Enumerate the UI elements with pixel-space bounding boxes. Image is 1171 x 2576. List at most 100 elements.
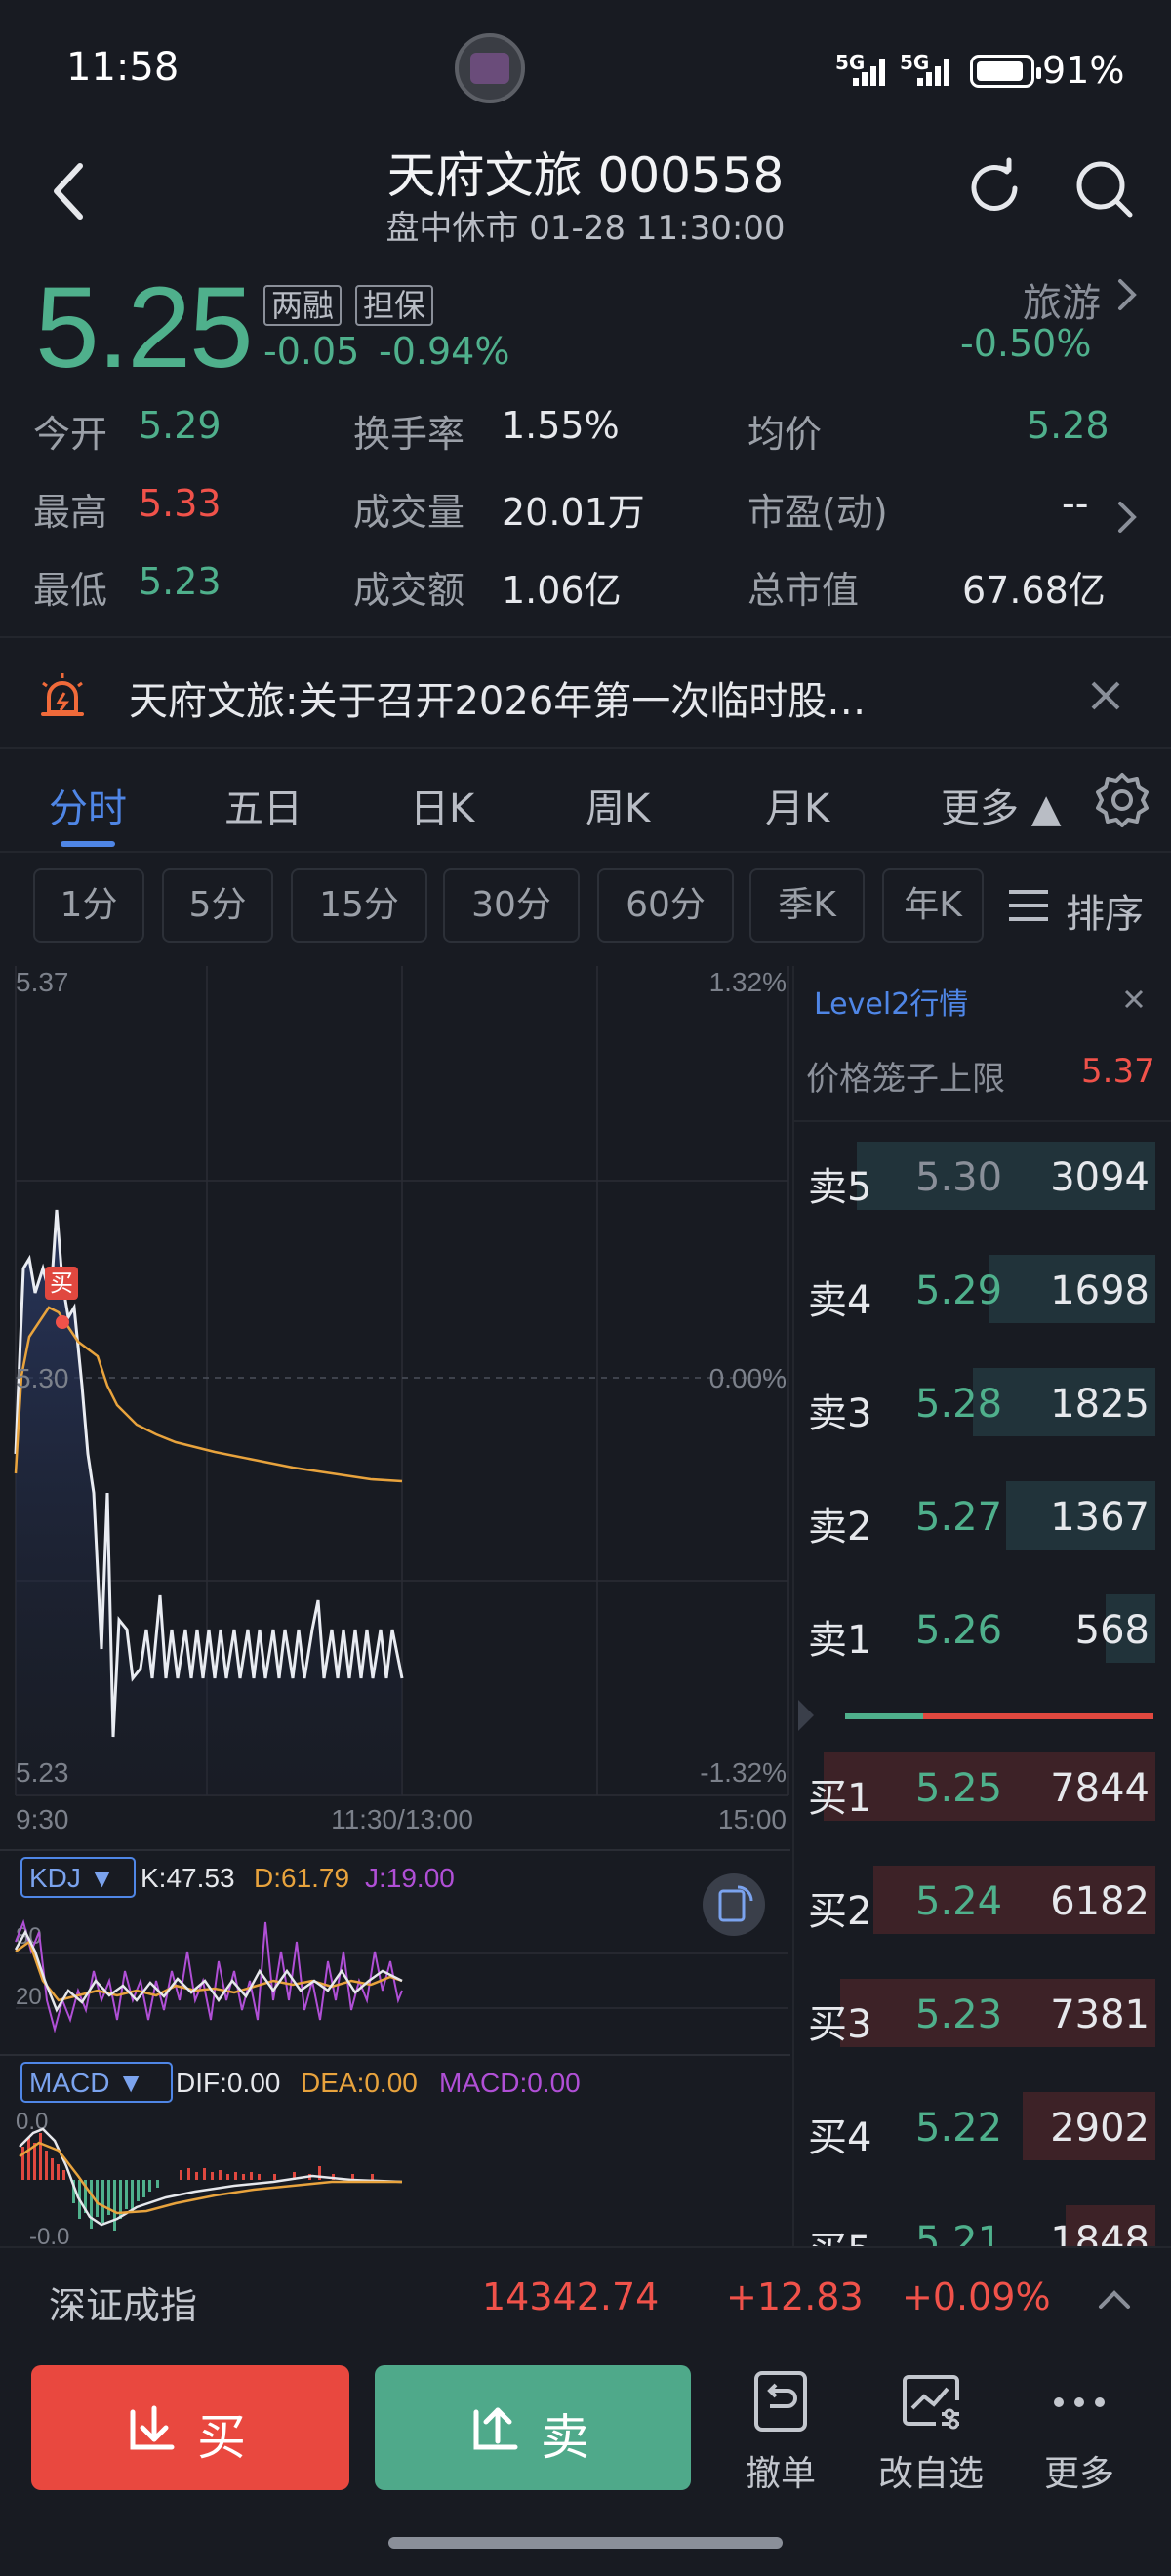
index-change-percent: +0.09% [902, 2275, 1051, 2318]
chart-tabs: 分时 五日 日K 周K 月K 更多 ▲ [0, 749, 1171, 853]
ask-level-row[interactable]: 卖4 5.29 1698 [794, 1249, 1169, 1329]
tab-indicator [61, 841, 115, 847]
level-volume: 1698 [1050, 1268, 1150, 1313]
macd-selector[interactable]: MACD ▼ [20, 2062, 173, 2103]
level-price: 5.26 [915, 1608, 1003, 1653]
edit-watchlist-button[interactable]: 改自选 [863, 2367, 999, 2496]
ask-level-row[interactable]: 卖1 5.26 568 [794, 1589, 1169, 1669]
kdj-k-line [14, 1929, 403, 2013]
search-button[interactable] [1070, 154, 1138, 222]
bid-level-row[interactable]: 买3 5.23 7381 [794, 1973, 1169, 2053]
spread-play-icon[interactable] [794, 1696, 818, 1739]
close-icon[interactable] [1114, 980, 1153, 1019]
kdj-k: K:47.53 [141, 1863, 235, 1893]
level-label: 卖1 [808, 1618, 872, 1663]
tab-five-day[interactable]: 五日 [224, 777, 303, 833]
high-value: 5.33 [139, 482, 222, 525]
ask-level-row[interactable]: 卖5 5.30 3094 [794, 1136, 1169, 1216]
rotate-screen-button[interactable] [703, 1873, 765, 1936]
level-price: 5.28 [915, 1382, 1003, 1427]
high-label: 最高 [33, 491, 108, 534]
turnover-label: 换手率 [353, 413, 465, 456]
period-30min[interactable]: 30分 [443, 868, 580, 943]
sell-button[interactable]: 卖 [375, 2365, 691, 2490]
bid-level-row[interactable]: 买4 5.22 2902 [794, 2086, 1169, 2166]
kdj-j: J:19.00 [365, 1863, 455, 1893]
bid-level-row[interactable]: 买5 5.21 1848 [794, 2199, 1169, 2246]
tab-daily-k[interactable]: 日K [410, 777, 474, 833]
period-60min[interactable]: 60分 [597, 868, 734, 943]
macd-tick-low: -0.0 [29, 2224, 69, 2244]
avg-label: 均价 [747, 413, 823, 456]
sector-change: -0.50% [960, 322, 1092, 365]
back-button[interactable] [39, 156, 98, 224]
volume-label: 成交量 [353, 491, 465, 534]
level-label: 卖5 [808, 1165, 872, 1210]
close-icon[interactable] [1085, 675, 1126, 716]
chevron-right-icon[interactable] [1112, 275, 1142, 314]
period-15min[interactable]: 15分 [291, 868, 427, 943]
period-quarter-k[interactable]: 季K [749, 868, 865, 943]
avg-value: 5.28 [1027, 404, 1110, 447]
announcement-text[interactable]: 天府文旅:关于召开2026年第一次临时股… [129, 669, 866, 726]
pe-value: -- [1062, 482, 1089, 525]
gear-icon[interactable] [1093, 771, 1151, 829]
menu-icon[interactable] [1005, 884, 1052, 927]
kdj-d: D:61.79 [254, 1863, 349, 1893]
level-volume: 3094 [1050, 1155, 1150, 1200]
mktcap-label: 总市值 [747, 569, 860, 612]
upload-arrow-icon [473, 2407, 518, 2450]
level2-panel: Level2行情 价格笼子上限 5.37 卖5 5.30 3094 卖4 5.29 169… [792, 966, 1171, 2246]
axis-price-low: 5.23 [16, 1757, 69, 1788]
chevron-left-icon [54, 163, 83, 220]
index-value: 14342.74 [482, 2275, 660, 2318]
chevron-up-icon[interactable] [1093, 2279, 1136, 2318]
tab-intraday[interactable]: 分时 [49, 777, 127, 833]
announcement-bar[interactable]: 天府文旅:关于召开2026年第一次临时股… [0, 636, 1171, 749]
buy-button[interactable]: 买 [31, 2365, 349, 2490]
chevron-right-icon[interactable] [1112, 498, 1142, 537]
more-button[interactable]: 更多 [1011, 2367, 1148, 2496]
level-price: 5.23 [915, 1992, 1003, 2037]
price-cage-value: 5.37 [1081, 1052, 1155, 1091]
kdj-d-line [15, 1940, 403, 2002]
tab-weekly-k[interactable]: 周K [586, 777, 650, 833]
axis-time-end: 15:00 [718, 1804, 787, 1834]
intraday-chart[interactable]: 买 5.37 5.30 5.23 1.32% 0.00% -1.32% 9:30… [0, 966, 790, 2244]
volume-value: 20.01万 [502, 491, 645, 534]
level-volume: 6182 [1050, 1879, 1150, 1924]
tab-more[interactable]: 更多 ▲ [941, 777, 1061, 833]
low-value: 5.23 [139, 560, 222, 603]
axis-price-mid: 5.30 [16, 1363, 69, 1393]
axis-pct-high: 1.32% [709, 967, 787, 997]
ask-level-row[interactable]: 卖2 5.27 1367 [794, 1475, 1169, 1555]
sector-link[interactable]: 旅游 [1023, 271, 1101, 328]
level-label: 卖4 [808, 1278, 872, 1323]
cancel-order-button[interactable]: 撤单 [712, 2367, 849, 2496]
period-year-k[interactable]: 年K [882, 868, 984, 943]
level-volume: 1367 [1050, 1495, 1150, 1540]
sort-button[interactable]: 排序 [1066, 882, 1144, 939]
refresh-button[interactable] [960, 154, 1029, 222]
pe-label: 市盈(动) [747, 491, 888, 534]
download-arrow-icon [130, 2405, 175, 2450]
index-ticker[interactable]: 深证成指 14342.74 +12.83 +0.09% [0, 2246, 1171, 2348]
collateral-tag[interactable]: 担保 [355, 285, 434, 326]
axis-price-high: 5.37 [16, 967, 69, 997]
level-label: 买2 [808, 1889, 872, 1934]
bid-level-row[interactable]: 买1 5.25 7844 [794, 1747, 1169, 1827]
period-1min[interactable]: 1分 [33, 868, 144, 943]
level-volume: 568 [1074, 1608, 1150, 1653]
kdj-selector[interactable]: KDJ ▼ [20, 1857, 136, 1898]
amount-value: 1.06亿 [502, 569, 622, 612]
bid-level-row[interactable]: 买2 5.24 6182 [794, 1860, 1169, 1940]
ask-level-row[interactable]: 卖3 5.28 1825 [794, 1362, 1169, 1442]
home-indicator[interactable] [388, 2537, 783, 2549]
level-volume: 1825 [1050, 1382, 1150, 1427]
margin-tag[interactable]: 两融 [263, 285, 343, 326]
tab-monthly-k[interactable]: 月K [765, 777, 829, 833]
level-volume: 1848 [1050, 2219, 1150, 2246]
period-5min[interactable]: 5分 [162, 868, 273, 943]
level2-title[interactable]: Level2行情 [814, 980, 968, 1023]
level-label: 买4 [808, 2115, 872, 2160]
